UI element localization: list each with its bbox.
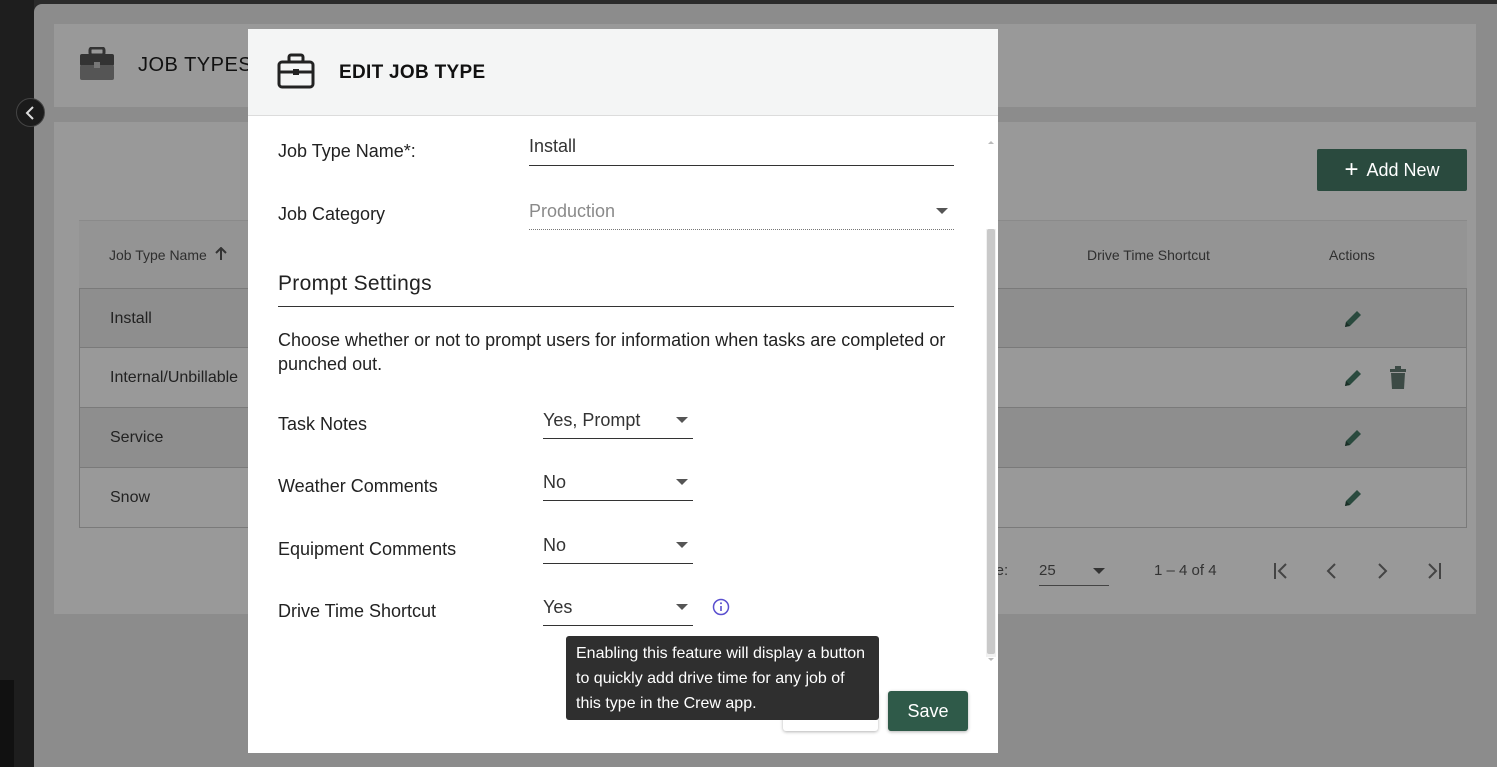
pencil-icon[interactable]	[1340, 425, 1366, 451]
caret-down-icon	[676, 479, 688, 485]
add-new-button[interactable]: + Add New	[1317, 149, 1467, 191]
task-notes-select[interactable]: Yes, Prompt	[543, 404, 693, 439]
scroll-up-arrow[interactable]	[988, 141, 994, 144]
row-job-type-name: Internal/Unbillable	[110, 369, 239, 386]
column-header-job-type-name[interactable]: Job Type Name	[109, 246, 227, 263]
page-title: JOB TYPES	[138, 54, 253, 76]
row-job-type-name: Snow	[110, 489, 151, 506]
column-header-actions: Actions	[1329, 247, 1375, 263]
add-new-label: Add New	[1366, 159, 1440, 180]
drive-time-tooltip: Enabling this feature will display a but…	[566, 636, 879, 720]
task-notes-label: Task Notes	[278, 414, 368, 434]
job-type-name-label: Job Type Name*:	[278, 141, 416, 161]
equipment-comments-select[interactable]: No	[543, 529, 693, 564]
rail-block	[0, 680, 14, 767]
caret-down-icon	[1093, 568, 1105, 574]
next-page-icon[interactable]	[1369, 558, 1395, 584]
caret-down-icon	[676, 417, 688, 423]
job-type-name-input[interactable]: Install	[529, 130, 954, 166]
dialog-scrollbar[interactable]	[986, 229, 996, 657]
dialog-title: EDIT JOB TYPE	[339, 62, 486, 83]
prompt-settings-title: Prompt Settings	[278, 272, 432, 295]
trash-icon[interactable]	[1385, 365, 1411, 391]
drive-time-shortcut-label: Drive Time Shortcut	[278, 601, 437, 621]
collapse-sidebar-button[interactable]	[16, 98, 45, 127]
briefcase-icon	[277, 53, 315, 89]
first-page-icon[interactable]	[1270, 558, 1296, 584]
per-page-select[interactable]: 25	[1039, 556, 1109, 586]
pencil-icon[interactable]	[1340, 485, 1366, 511]
info-icon[interactable]	[712, 598, 730, 616]
drive-time-shortcut-select[interactable]: Yes	[543, 591, 693, 626]
job-category-label: Job Category	[278, 204, 386, 224]
caret-down-icon	[676, 604, 688, 610]
row-job-type-name: Service	[110, 429, 164, 446]
sort-arrow-up-icon	[214, 246, 227, 260]
caret-down-icon	[676, 542, 688, 548]
scroll-down-arrow[interactable]	[988, 658, 994, 661]
save-button[interactable]: Save	[888, 691, 968, 731]
last-page-icon[interactable]	[1419, 558, 1445, 584]
job-category-select[interactable]: Production	[529, 195, 954, 230]
section-divider	[278, 306, 954, 307]
prompt-settings-description: Choose whether or not to prompt users fo…	[278, 330, 946, 374]
caret-down-icon	[936, 208, 948, 214]
dialog-header: EDIT JOB TYPE	[248, 29, 998, 116]
page-range: 1 – 4 of 4	[1154, 562, 1217, 579]
pencil-icon[interactable]	[1340, 306, 1366, 332]
row-job-type-name: Install	[110, 310, 152, 327]
chevron-left-icon	[25, 105, 34, 120]
weather-comments-label: Weather Comments	[278, 476, 438, 496]
pencil-icon[interactable]	[1340, 365, 1366, 391]
equipment-comments-label: Equipment Comments	[278, 539, 457, 559]
weather-comments-select[interactable]: No	[543, 466, 693, 501]
prev-page-icon[interactable]	[1319, 558, 1345, 584]
plus-icon: +	[1344, 156, 1359, 183]
scrollbar-thumb[interactable]	[987, 229, 995, 654]
column-header-drive-time-shortcut[interactable]: Drive Time Shortcut	[1087, 247, 1210, 263]
briefcase-icon	[80, 47, 114, 80]
